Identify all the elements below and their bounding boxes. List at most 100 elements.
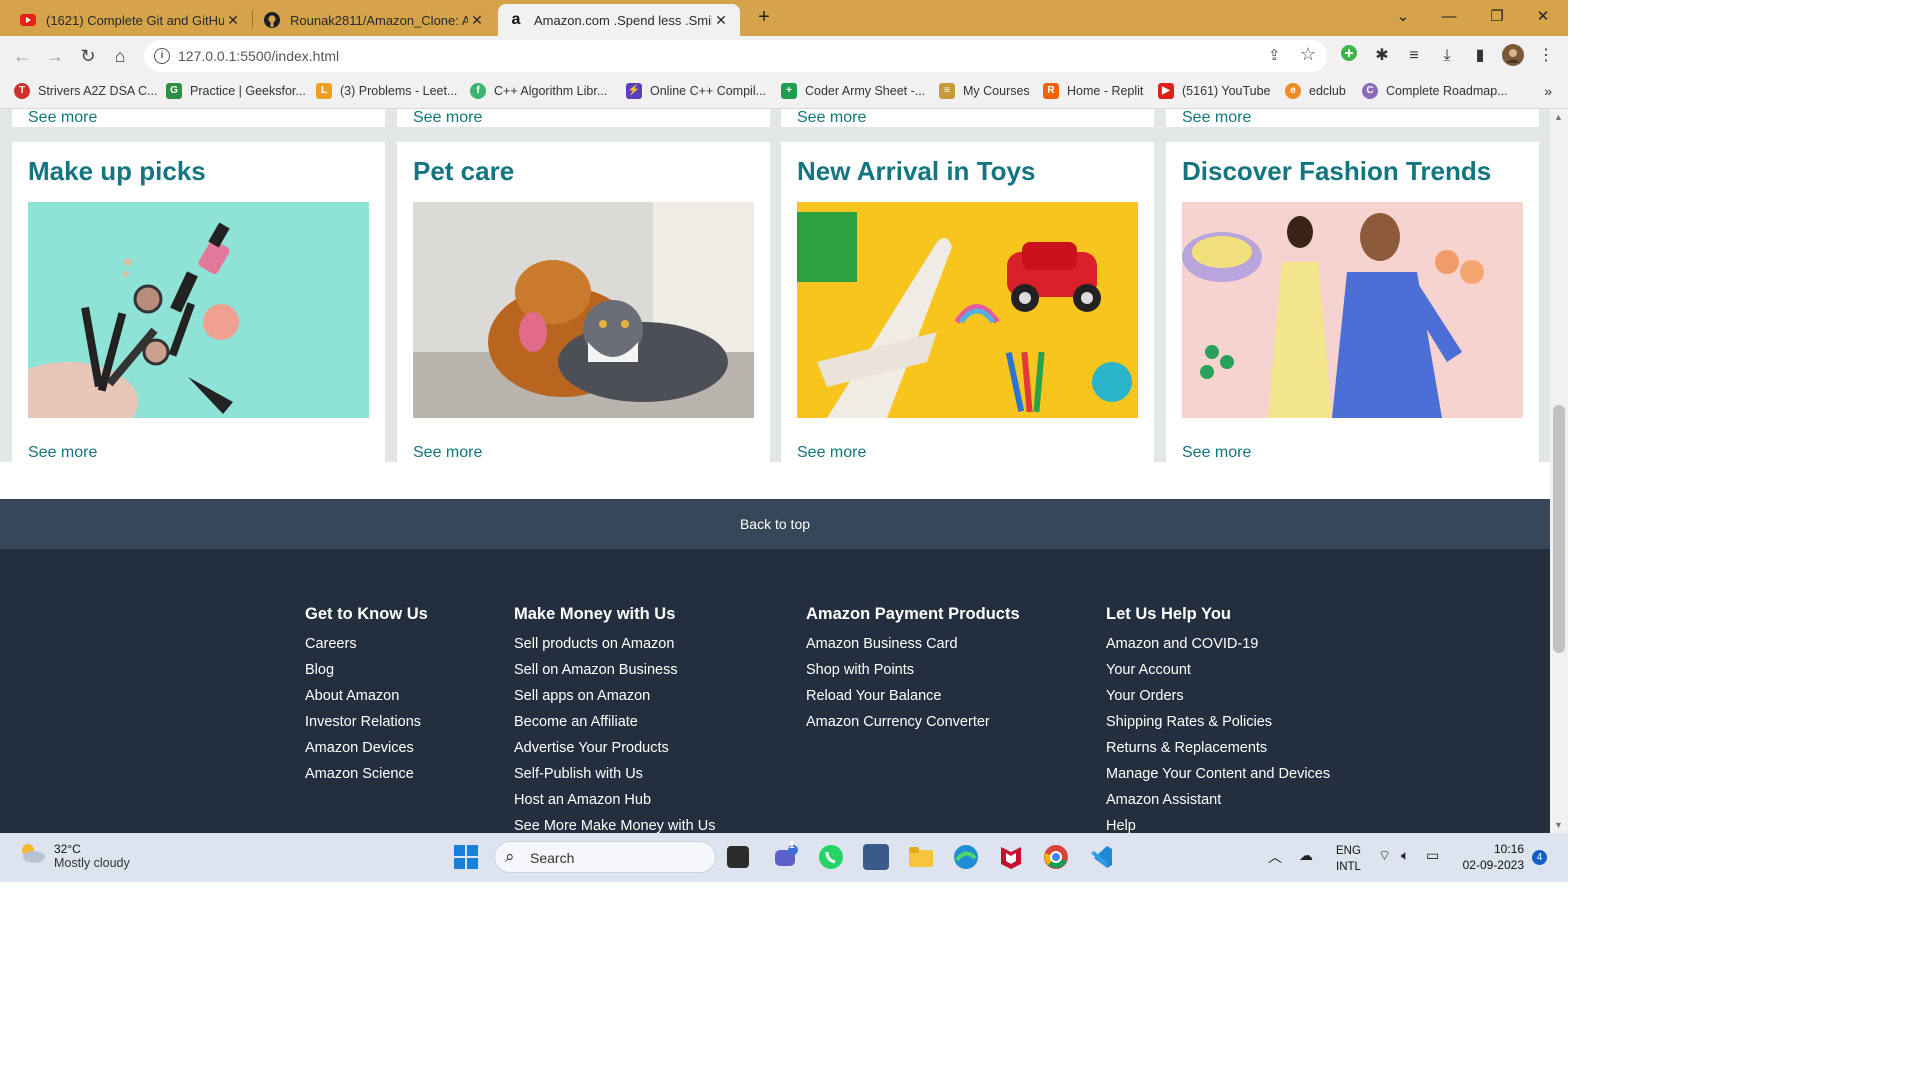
toys-image[interactable] xyxy=(797,202,1138,418)
reload-button[interactable]: ↻ xyxy=(76,44,100,68)
tab-youtube-git[interactable]: (1621) Complete Git and GitHub ✕ xyxy=(10,4,252,36)
bookmarks-overflow-icon[interactable]: » xyxy=(1544,83,1552,99)
vscode-icon[interactable] xyxy=(1088,844,1114,870)
tab-github-repo[interactable]: Rounak2811/Amazon_Clone: Am ✕ xyxy=(254,4,496,36)
scroll-down-icon[interactable]: ▼ xyxy=(1554,820,1563,830)
forward-button[interactable]: → xyxy=(43,44,67,68)
footer-link[interactable]: Amazon Business Card xyxy=(806,631,1020,657)
bookmark-item[interactable]: ▶ (5161) YouTube xyxy=(1158,83,1271,99)
side-panel-icon[interactable]: ▮ xyxy=(1468,44,1492,68)
scrollbar-thumb[interactable] xyxy=(1553,405,1565,653)
bookmark-star-icon[interactable]: ☆ xyxy=(1300,44,1316,65)
footer-link[interactable]: Self-Publish with Us xyxy=(514,761,715,787)
page-scrollbar[interactable]: ▲ ▼ xyxy=(1550,109,1568,833)
pet-care-image[interactable] xyxy=(413,202,754,418)
footer-link[interactable]: About Amazon xyxy=(305,683,428,709)
footer-link[interactable]: Amazon Assistant xyxy=(1106,787,1330,813)
footer-link[interactable]: Amazon Science xyxy=(305,761,428,787)
bookmark-item[interactable]: L (3) Problems - Leet... xyxy=(316,83,457,99)
fashion-image[interactable] xyxy=(1182,202,1523,418)
footer-link[interactable]: Reload Your Balance xyxy=(806,683,1020,709)
see-more-link[interactable]: See more xyxy=(1182,109,1251,127)
footer-link[interactable]: Manage Your Content and Devices xyxy=(1106,761,1330,787)
footer-link[interactable]: Blog xyxy=(305,657,428,683)
see-more-link[interactable]: See more xyxy=(413,444,482,462)
taskbar-search[interactable]: ⌕ Search xyxy=(494,841,716,873)
footer-link[interactable]: Advertise Your Products xyxy=(514,735,715,761)
new-tab-button[interactable]: + xyxy=(752,5,776,29)
see-more-link[interactable]: See more xyxy=(28,444,97,462)
restore-button[interactable]: ❐ xyxy=(1474,5,1520,29)
mcafee-icon[interactable] xyxy=(998,844,1024,870)
scroll-up-icon[interactable]: ▲ xyxy=(1554,112,1563,122)
footer-link[interactable]: Sell on Amazon Business xyxy=(514,657,715,683)
teams-chat-icon[interactable]: 1 xyxy=(773,840,799,870)
close-icon[interactable]: ✕ xyxy=(468,12,486,29)
tray-chevron-up-icon[interactable]: ︿ xyxy=(1268,847,1282,867)
battery-icon[interactable]: ▭ xyxy=(1426,847,1439,864)
minimize-button[interactable]: — xyxy=(1426,5,1472,29)
footer-link[interactable]: Your Orders xyxy=(1106,683,1330,709)
volume-icon[interactable]: 🔈︎ xyxy=(1401,847,1409,864)
download-icon[interactable]: ⤓ xyxy=(1435,44,1459,68)
share-icon[interactable]: ⇪ xyxy=(1268,46,1281,64)
profile-avatar[interactable] xyxy=(1501,44,1525,68)
see-more-link[interactable]: See more xyxy=(413,109,482,127)
footer-link[interactable]: Sell apps on Amazon xyxy=(514,683,715,709)
site-info-icon[interactable]: i xyxy=(154,48,170,64)
bookmark-item[interactable]: e edclub xyxy=(1285,83,1346,99)
back-button[interactable]: ← xyxy=(10,44,34,68)
onedrive-cloud-icon[interactable]: ☁ xyxy=(1299,847,1313,864)
see-more-link[interactable]: See more xyxy=(28,109,97,127)
app-blueprint-icon[interactable] xyxy=(863,844,889,870)
weather-widget[interactable]: 32°C Mostly cloudy xyxy=(18,841,130,870)
footer-link[interactable]: Your Account xyxy=(1106,657,1330,683)
edge-icon[interactable] xyxy=(953,844,979,870)
file-explorer-icon[interactable] xyxy=(908,844,934,870)
bookmark-item[interactable]: + Coder Army Sheet -... xyxy=(781,83,925,99)
bookmark-item[interactable]: R Home - Replit xyxy=(1043,83,1143,99)
footer-link[interactable]: Careers xyxy=(305,631,428,657)
footer-link[interactable]: Returns & Replacements xyxy=(1106,735,1330,761)
footer-link[interactable]: Sell products on Amazon xyxy=(514,631,715,657)
extensions-puzzle-icon[interactable]: ✱ xyxy=(1370,44,1394,68)
windows-start-icon[interactable] xyxy=(453,844,479,870)
footer-link[interactable]: Become an Affiliate xyxy=(514,709,715,735)
media-queue-icon[interactable]: ≡ xyxy=(1402,44,1426,68)
tab-amazon-active[interactable]: a Amazon.com .Spend less .Smile m ✕ xyxy=(498,4,740,36)
home-button[interactable]: ⌂ xyxy=(108,44,132,68)
close-icon[interactable]: ✕ xyxy=(712,12,730,29)
footer-link[interactable]: Amazon Devices xyxy=(305,735,428,761)
footer-link[interactable]: Help xyxy=(1106,813,1330,833)
wifi-icon[interactable]: ⌔ xyxy=(1378,847,1391,865)
browser-menu-icon[interactable]: ⋮ xyxy=(1534,44,1558,68)
footer-link[interactable]: Investor Relations xyxy=(305,709,428,735)
back-to-top-button[interactable]: Back to top xyxy=(0,499,1550,549)
chrome-icon[interactable] xyxy=(1043,844,1069,870)
see-more-link[interactable]: See more xyxy=(1182,444,1251,462)
bookmark-item[interactable]: ≡ My Courses xyxy=(939,83,1030,99)
footer-link[interactable]: See More Make Money with Us xyxy=(514,813,715,833)
address-bar[interactable]: i 127.0.0.1:5500/index.html ⇪ ☆ xyxy=(144,40,1327,72)
makeup-image[interactable] xyxy=(28,202,369,418)
footer-link[interactable]: Shipping Rates & Policies xyxy=(1106,709,1330,735)
footer-link[interactable]: Amazon Currency Converter xyxy=(806,709,1020,735)
close-window-button[interactable]: ✕ xyxy=(1520,5,1566,29)
bookmark-item[interactable]: G Practice | Geeksfor... xyxy=(166,83,306,99)
bookmark-item[interactable]: ⚡ Online C++ Compil... xyxy=(626,83,766,99)
bookmark-item[interactable]: C Complete Roadmap... xyxy=(1362,83,1508,99)
close-icon[interactable]: ✕ xyxy=(224,12,242,29)
tab-search-chevron-icon[interactable]: ⌄ xyxy=(1380,5,1426,29)
extension-green-icon[interactable] xyxy=(1337,44,1361,68)
notification-badge[interactable]: 4 xyxy=(1532,850,1547,865)
see-more-link[interactable]: See more xyxy=(797,109,866,127)
footer-link[interactable]: Host an Amazon Hub xyxy=(514,787,715,813)
clock[interactable]: 10:16 02-09-2023 xyxy=(1458,841,1524,873)
footer-link[interactable]: Amazon and COVID-19 xyxy=(1106,631,1330,657)
task-view-icon[interactable] xyxy=(727,846,749,868)
bookmark-item[interactable]: f C++ Algorithm Libr... xyxy=(470,83,607,99)
footer-link[interactable]: Shop with Points xyxy=(806,657,1020,683)
language-indicator[interactable]: ENG INTL xyxy=(1336,843,1361,875)
bookmark-item[interactable]: T Strivers A2Z DSA C... xyxy=(14,83,157,99)
whatsapp-icon[interactable] xyxy=(818,844,844,870)
